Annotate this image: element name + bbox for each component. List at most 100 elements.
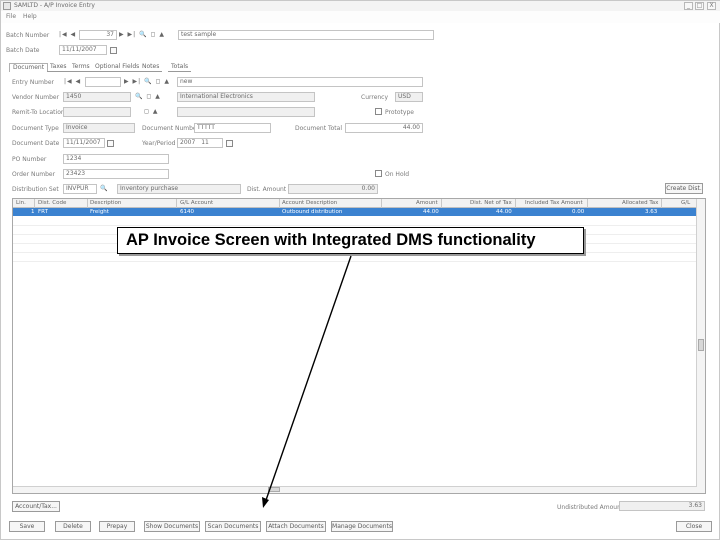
minimize-button[interactable]: _	[684, 2, 693, 10]
prototype-checkbox[interactable]	[375, 108, 382, 115]
grid-column-separator	[279, 199, 280, 208]
tab-notes[interactable]: Notes	[139, 63, 163, 72]
grid-header-cell[interactable]: G/L	[681, 200, 690, 206]
on-hold-checkbox[interactable]	[375, 170, 382, 177]
grid-row-line	[13, 261, 697, 262]
vendor-finder-icons[interactable]: 🔍 ◻ ▲	[135, 93, 161, 100]
po-number-field[interactable]: 1234	[63, 154, 169, 164]
batch-finder-icons[interactable]: ▶ ▶| 🔍 ◻ ▲	[119, 31, 165, 38]
grid-header-cell[interactable]: Allocated Tax	[622, 200, 658, 206]
year-period-field[interactable]: 2007 11	[177, 138, 223, 148]
grid-header-cell[interactable]: Lin.	[16, 200, 26, 206]
grid-column-separator	[515, 199, 516, 208]
tab-optional-fields[interactable]: Optional Fields	[92, 63, 143, 72]
vertical-scroll-thumb[interactable]	[698, 339, 704, 351]
grid-header: Lin. Dist. Code Description G/L Account …	[13, 199, 697, 208]
batch-number-field[interactable]: 37	[79, 30, 117, 40]
remit-to-finder-icons[interactable]: ◻ ▲	[144, 108, 159, 115]
currency-field: USD	[395, 92, 423, 102]
delete-button[interactable]: Delete	[55, 521, 91, 532]
cell-included-tax: 0.00	[572, 209, 585, 215]
window-title: SAMLTD - A/P Invoice Entry	[14, 2, 95, 9]
distribution-set-finder-icon[interactable]: 🔍	[100, 185, 108, 192]
document-date-field[interactable]: 11/11/2007	[63, 138, 105, 148]
distribution-set-field[interactable]: INVPUR	[63, 184, 97, 194]
grid-column-separator	[87, 199, 88, 208]
cell-dist-code: FRT	[38, 209, 48, 215]
grid-header-cell[interactable]: Dist. Code	[38, 200, 66, 206]
close-button[interactable]: Close	[676, 521, 712, 532]
save-button[interactable]: Save	[9, 521, 45, 532]
distribution-set-label: Distribution Set	[12, 186, 59, 193]
app-icon	[3, 2, 11, 10]
grid-column-separator	[661, 199, 662, 208]
tab-totals[interactable]: Totals	[168, 63, 192, 72]
grid-header-cell[interactable]: Account Description	[282, 200, 337, 206]
grid-header-cell[interactable]: Description	[90, 200, 121, 206]
menu-file[interactable]: File	[6, 13, 16, 20]
dist-amount-field: 0.00	[288, 184, 378, 194]
distribution-set-description: Inventory purchase	[117, 184, 241, 194]
document-total-field[interactable]: 44.00	[345, 123, 423, 133]
annotation-callout: AP Invoice Screen with Integrated DMS fu…	[117, 227, 584, 254]
year-period-label: Year/Period	[142, 140, 176, 147]
period-value: 11	[201, 139, 209, 146]
grid-column-separator	[381, 199, 382, 208]
table-row[interactable]: 1 FRT Freight 6140 Outbound distribution…	[13, 208, 697, 216]
cell-gl-account: 6140	[180, 209, 194, 215]
year-period-calendar-icon[interactable]	[226, 140, 233, 147]
attach-documents-button[interactable]: Attach Documents	[266, 521, 326, 532]
document-date-calendar-icon[interactable]	[107, 140, 114, 147]
grid-vertical-scrollbar[interactable]	[696, 199, 705, 493]
document-total-label: Document Total	[295, 125, 343, 132]
tab-terms[interactable]: Terms	[69, 63, 93, 72]
document-number-field[interactable]: TTTTT	[194, 123, 271, 133]
show-documents-button[interactable]: Show Documents	[144, 521, 200, 532]
vendor-number-field[interactable]: 1450	[63, 92, 131, 102]
create-dist-button[interactable]: Create Dist.	[665, 183, 703, 194]
dist-amount-label: Dist. Amount	[247, 186, 287, 193]
year-value: 2007	[180, 139, 196, 146]
close-window-button[interactable]: X	[707, 2, 716, 10]
cell-account-description: Outbound distribution	[282, 209, 343, 215]
batch-date-field[interactable]: 11/11/2007	[59, 45, 107, 55]
grid-column-separator	[34, 199, 35, 208]
maximize-button[interactable]: □	[695, 2, 704, 10]
prototype-label: Prototype	[385, 109, 414, 116]
cell-amount: 44.00	[423, 209, 439, 215]
currency-label: Currency	[361, 94, 389, 101]
cell-dist-net-of-tax: 44.00	[496, 209, 512, 215]
remit-to-field[interactable]	[63, 107, 131, 117]
vendor-name-field: International Electronics	[177, 92, 315, 102]
prepay-button[interactable]: Prepay	[99, 521, 135, 532]
document-type-select[interactable]: Invoice	[63, 123, 135, 133]
manage-documents-button[interactable]: Manage Documents	[331, 521, 393, 532]
entry-number-label: Entry Number	[12, 79, 54, 86]
batch-first-prev-icon[interactable]: |◀ ◀	[59, 31, 76, 38]
grid-header-cell[interactable]: Dist. Net of Tax	[470, 200, 512, 206]
title-bar: SAMLTD - A/P Invoice Entry _ □ X	[1, 1, 720, 11]
grid-column-separator	[587, 199, 588, 208]
batch-description-field[interactable]: test sample	[178, 30, 434, 40]
entry-description-field[interactable]: new	[177, 77, 423, 87]
account-tax-button[interactable]: Account/Tax...	[12, 501, 60, 512]
horizontal-scroll-thumb[interactable]	[268, 487, 280, 492]
grid-row-line	[13, 225, 697, 226]
menu-help[interactable]: Help	[23, 13, 37, 20]
batch-date-calendar-icon[interactable]	[110, 47, 117, 54]
document-number-label: Document Number	[142, 125, 200, 132]
entry-number-field[interactable]	[85, 77, 121, 87]
entry-finder-icons[interactable]: ▶ ▶| 🔍 ◻ ▲	[124, 78, 170, 85]
tab-document[interactable]: Document	[9, 63, 49, 72]
grid-header-cell[interactable]: Included Tax Amount	[525, 200, 583, 206]
grid-horizontal-scrollbar[interactable]	[13, 486, 697, 493]
document-type-label: Document Type	[12, 125, 59, 132]
entry-first-prev-icon[interactable]: |◀ ◀	[64, 78, 81, 85]
tab-taxes[interactable]: Taxes	[47, 63, 70, 72]
grid-header-cell[interactable]: G/L Account	[180, 200, 213, 206]
grid-header-cell[interactable]: Amount	[416, 200, 438, 206]
order-number-field[interactable]: 23423	[63, 169, 169, 179]
cell-allocated-tax: 3.63	[645, 209, 658, 215]
scan-documents-button[interactable]: Scan Documents	[205, 521, 261, 532]
cell-line: 1	[31, 209, 35, 215]
